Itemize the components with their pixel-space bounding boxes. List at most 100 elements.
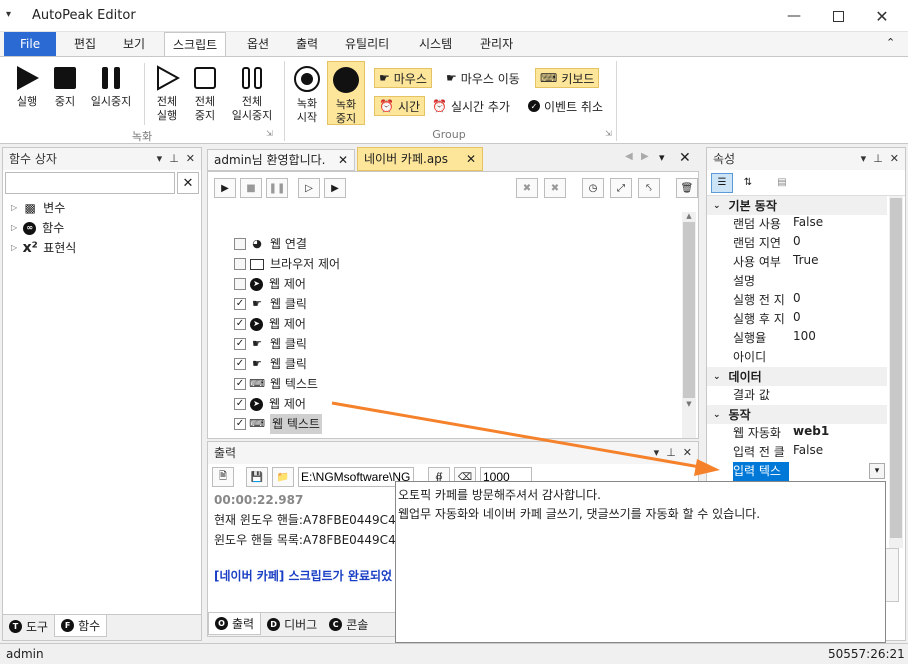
close-button[interactable]: ✕	[860, 0, 904, 32]
prop-row[interactable]: 결과 값	[707, 386, 887, 405]
checkbox[interactable]: ✓	[234, 418, 246, 430]
prop-row[interactable]: 실행 전 지 0	[707, 291, 887, 310]
tree-item-expression[interactable]: ▷ x² 표현식	[11, 238, 201, 258]
list-item[interactable]: ✓ ➤ 웹 제어	[234, 314, 678, 334]
tab-edit[interactable]: 편집	[66, 32, 104, 56]
clear-search-button[interactable]: ✕	[177, 172, 199, 194]
list-item[interactable]: ✓ ☛ 웹 클릭	[234, 334, 678, 354]
trash-button[interactable]: 🗑	[676, 178, 698, 198]
pin-icon[interactable]: ⊥	[666, 446, 676, 459]
keyboard-toggle[interactable]: ⌨ 키보드	[535, 68, 600, 88]
pause-button[interactable]: 일시중지	[84, 65, 138, 109]
checkbox[interactable]: ✓	[234, 378, 246, 390]
run-script-button[interactable]: ▶	[214, 178, 236, 198]
dropdown-icon[interactable]: ▾	[157, 152, 163, 165]
prop-row[interactable]: 입력 전 클 False	[707, 443, 887, 462]
run-button[interactable]: 실행	[8, 65, 46, 109]
delete-all-button[interactable]: ✖	[544, 178, 566, 198]
scroll-left-icon[interactable]: ◀	[625, 151, 633, 162]
prop-value[interactable]: 100	[793, 329, 816, 348]
tree-item-variable[interactable]: ▷ ▩ 변수	[11, 198, 201, 218]
record-stop-button[interactable]: 녹화 중지	[327, 61, 365, 125]
stop-all-button[interactable]: 전체 중지	[186, 65, 224, 123]
tab-debug[interactable]: D 디버그	[261, 613, 323, 635]
prop-value[interactable]: web1	[793, 424, 829, 443]
maximize-button[interactable]	[816, 0, 860, 32]
tab-system[interactable]: 시스템	[411, 32, 460, 56]
quick-access-dropdown-icon[interactable]: ▾	[6, 9, 11, 20]
close-icon[interactable]: ✕	[683, 446, 692, 459]
prop-category[interactable]: ⌄ 기본 동작	[707, 196, 887, 215]
close-icon[interactable]: ✕	[338, 150, 348, 170]
chevron-up-icon[interactable]: ⌃	[886, 36, 895, 49]
close-icon[interactable]: ✕	[890, 152, 899, 165]
tab-admin[interactable]: 관리자	[472, 32, 521, 56]
pause-script-button[interactable]: ❚❚	[266, 178, 288, 198]
prop-value[interactable]: True	[793, 253, 819, 272]
prop-value[interactable]: False	[793, 443, 823, 462]
stop-button[interactable]: 중지	[48, 65, 82, 109]
list-item[interactable]: ✓ ☛ 웹 클릭	[234, 294, 678, 314]
prop-category[interactable]: ⌄ 데이터	[707, 367, 887, 386]
dialog-launcher-icon[interactable]: ⇲	[266, 129, 273, 138]
step-run-button[interactable]: ▷	[298, 178, 320, 198]
checkbox[interactable]: ✓	[234, 358, 246, 370]
prop-row[interactable]: 아이디	[707, 348, 887, 367]
list-item[interactable]: ◕ 웹 연결	[234, 234, 678, 254]
list-item-selected[interactable]: ✓ ⌨ 웹 텍스트	[234, 414, 678, 434]
tab-tools[interactable]: T 도구	[3, 615, 54, 637]
add-realtime-button[interactable]: ⏰ 실시간 추가	[428, 96, 514, 116]
list-item[interactable]: ✓ ➤ 웹 제어	[234, 394, 678, 414]
list-item[interactable]: ✓ ☛ 웹 클릭	[234, 354, 678, 374]
time-toggle[interactable]: ⏰ 시간	[374, 96, 426, 116]
cancel-event-button[interactable]: ✓ 이벤트 취소	[524, 96, 607, 116]
open-folder-button[interactable]: 📁	[272, 467, 294, 487]
tab-view[interactable]: 보기	[115, 32, 153, 56]
timer-button[interactable]: ◷	[582, 178, 604, 198]
checkbox[interactable]: ✓	[234, 298, 246, 310]
list-item[interactable]: ➤ 웹 제어	[234, 274, 678, 294]
dropdown-button[interactable]: ▾	[869, 463, 885, 479]
prop-row[interactable]: 설명	[707, 272, 887, 291]
save-button[interactable]: 💾	[246, 467, 268, 487]
checkbox[interactable]: ✓	[234, 338, 246, 350]
checkbox[interactable]: ✓	[234, 318, 246, 330]
run-all-button[interactable]: 전체 실행	[148, 65, 186, 123]
editor-scrollbar[interactable]: ▲ ▼	[682, 212, 696, 438]
tab-utility[interactable]: 유틸리티	[337, 32, 397, 56]
function-search-input[interactable]	[5, 172, 175, 194]
tab-output-log[interactable]: O 출력	[208, 613, 262, 635]
dialog-launcher-icon[interactable]: ⇲	[605, 129, 612, 138]
tab-file[interactable]: File	[4, 32, 57, 56]
new-output-button[interactable]: 🗎	[212, 467, 234, 487]
prop-row[interactable]: 웹 자동화 web1	[707, 424, 887, 443]
dropdown-icon[interactable]: ▾	[659, 151, 665, 164]
property-pages-button[interactable]: ▤	[771, 173, 793, 193]
scroll-down-icon[interactable]: ▼	[682, 400, 696, 408]
chevron-down-icon[interactable]: ⌄	[713, 372, 721, 382]
editor-tab-naver-cafe[interactable]: 네이버 카페.aps ✕	[357, 147, 483, 171]
prop-row[interactable]: 실행 후 지 0	[707, 310, 887, 329]
dropdown-icon[interactable]: ▾	[654, 446, 660, 459]
close-icon[interactable]: ✕	[466, 148, 476, 170]
tab-output[interactable]: 출력	[288, 32, 326, 56]
close-icon[interactable]: ✕	[679, 150, 691, 166]
scroll-right-icon[interactable]: ▶	[641, 151, 649, 162]
prop-value[interactable]: 0	[793, 310, 801, 329]
delete-step-button[interactable]: ✖	[516, 178, 538, 198]
prop-category[interactable]: ⌄ 동작	[707, 405, 887, 424]
scroll-thumb[interactable]	[683, 222, 695, 398]
list-item[interactable]: 브라우저 제어	[234, 254, 678, 274]
expand-icon[interactable]: ▷	[11, 238, 17, 258]
scroll-up-icon[interactable]: ▲	[682, 212, 696, 220]
mouse-move-toggle[interactable]: ☛ 마우스 이동	[442, 68, 524, 88]
alphabetical-button[interactable]: ⇅	[737, 173, 759, 193]
tab-functions[interactable]: F 함수	[54, 615, 108, 637]
pause-all-button[interactable]: 전체 일시중지	[224, 65, 280, 123]
chevron-down-icon[interactable]: ⌄	[713, 410, 721, 420]
scroll-thumb[interactable]	[890, 198, 902, 538]
prop-value[interactable]: 0	[793, 234, 801, 253]
prop-row[interactable]: 사용 여부 True	[707, 253, 887, 272]
tab-script[interactable]: 스크립트	[164, 32, 227, 57]
checkbox[interactable]	[234, 278, 246, 290]
